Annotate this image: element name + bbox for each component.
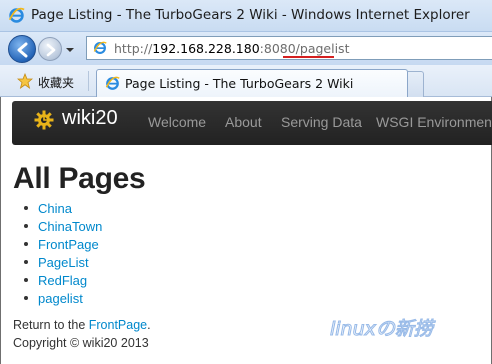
url-highlight-underline bbox=[283, 56, 334, 58]
new-tab-button[interactable] bbox=[408, 71, 424, 97]
list-item: China bbox=[24, 199, 102, 217]
tab-page-listing[interactable]: Page Listing - The TurboGears 2 Wiki bbox=[96, 69, 408, 97]
site-watermark-logo: linuxの新捞 bbox=[329, 317, 436, 340]
url-host: 192.168.228.180 bbox=[152, 41, 260, 56]
page-link-frontpage[interactable]: FrontPage bbox=[38, 237, 99, 252]
page-list: China ChinaTown FrontPage PageList RedFl… bbox=[24, 199, 102, 307]
page-link-pagelist[interactable]: PageList bbox=[38, 255, 89, 270]
bullet-icon bbox=[24, 296, 28, 300]
arrow-left-icon bbox=[17, 42, 28, 58]
copyright: Copyright © wiki20 2013 bbox=[13, 336, 149, 350]
page-title: All Pages bbox=[13, 162, 146, 195]
turbogears-gear-icon[interactable] bbox=[34, 110, 54, 130]
nav-about[interactable]: About bbox=[225, 114, 262, 130]
list-item: PageList bbox=[24, 253, 102, 271]
window-title: Page Listing - The TurboGears 2 Wiki - W… bbox=[31, 7, 470, 23]
page-link-chinatown[interactable]: ChinaTown bbox=[38, 219, 102, 234]
address-url: http://192.168.228.180:8080/pagelist bbox=[114, 41, 349, 56]
bullet-icon bbox=[24, 242, 28, 246]
site-brand[interactable]: wiki20 bbox=[62, 107, 118, 130]
page-link-redflag[interactable]: RedFlag bbox=[38, 273, 87, 288]
bullet-icon bbox=[24, 278, 28, 282]
bullet-icon bbox=[24, 260, 28, 264]
favorites-bar: 收藏夹 Page Listing - The TurboGears 2 Wiki bbox=[0, 65, 492, 97]
back-button[interactable] bbox=[8, 35, 36, 63]
return-prefix: Return to the bbox=[13, 318, 89, 332]
page-ie-icon bbox=[93, 41, 107, 54]
address-toolbar: http://192.168.228.180:8080/pagelist bbox=[0, 32, 492, 65]
tab-label: Page Listing - The TurboGears 2 Wiki bbox=[125, 76, 354, 91]
url-protocol: http:// bbox=[114, 41, 153, 56]
arrow-right-icon bbox=[46, 43, 56, 57]
nav-wsgi-environment[interactable]: WSGI Environment bbox=[376, 114, 492, 130]
frontpage-link[interactable]: FrontPage bbox=[89, 318, 147, 332]
tab-ie-icon bbox=[105, 76, 120, 90]
favorites-button[interactable]: 收藏夹 bbox=[38, 74, 74, 91]
watermark-text: linuxの新捞 bbox=[330, 318, 436, 340]
nav-serving-data[interactable]: Serving Data bbox=[281, 114, 362, 130]
favorites-star-icon[interactable] bbox=[17, 73, 33, 89]
site-navbar: wiki20 Welcome About Serving Data WSGI E… bbox=[12, 101, 492, 145]
list-item: pagelist bbox=[24, 289, 102, 307]
history-dropdown-icon[interactable] bbox=[65, 46, 75, 54]
ie-logo-icon bbox=[8, 7, 25, 23]
url-port-path: :8080/pagelist bbox=[259, 41, 350, 56]
return-suffix: . bbox=[147, 318, 151, 332]
bullet-icon bbox=[24, 206, 28, 210]
list-item: ChinaTown bbox=[24, 217, 102, 235]
nav-welcome[interactable]: Welcome bbox=[148, 114, 206, 130]
window-titlebar: Page Listing - The TurboGears 2 Wiki - W… bbox=[0, 0, 492, 32]
bullet-icon bbox=[24, 224, 28, 228]
page-link-china[interactable]: China bbox=[38, 201, 72, 216]
list-item: RedFlag bbox=[24, 271, 102, 289]
list-item: FrontPage bbox=[24, 235, 102, 253]
toolbar-divider bbox=[88, 71, 89, 91]
return-line: Return to the FrontPage. bbox=[13, 318, 151, 332]
forward-button[interactable] bbox=[38, 37, 62, 61]
page-link-pagelist-lower[interactable]: pagelist bbox=[38, 291, 83, 306]
